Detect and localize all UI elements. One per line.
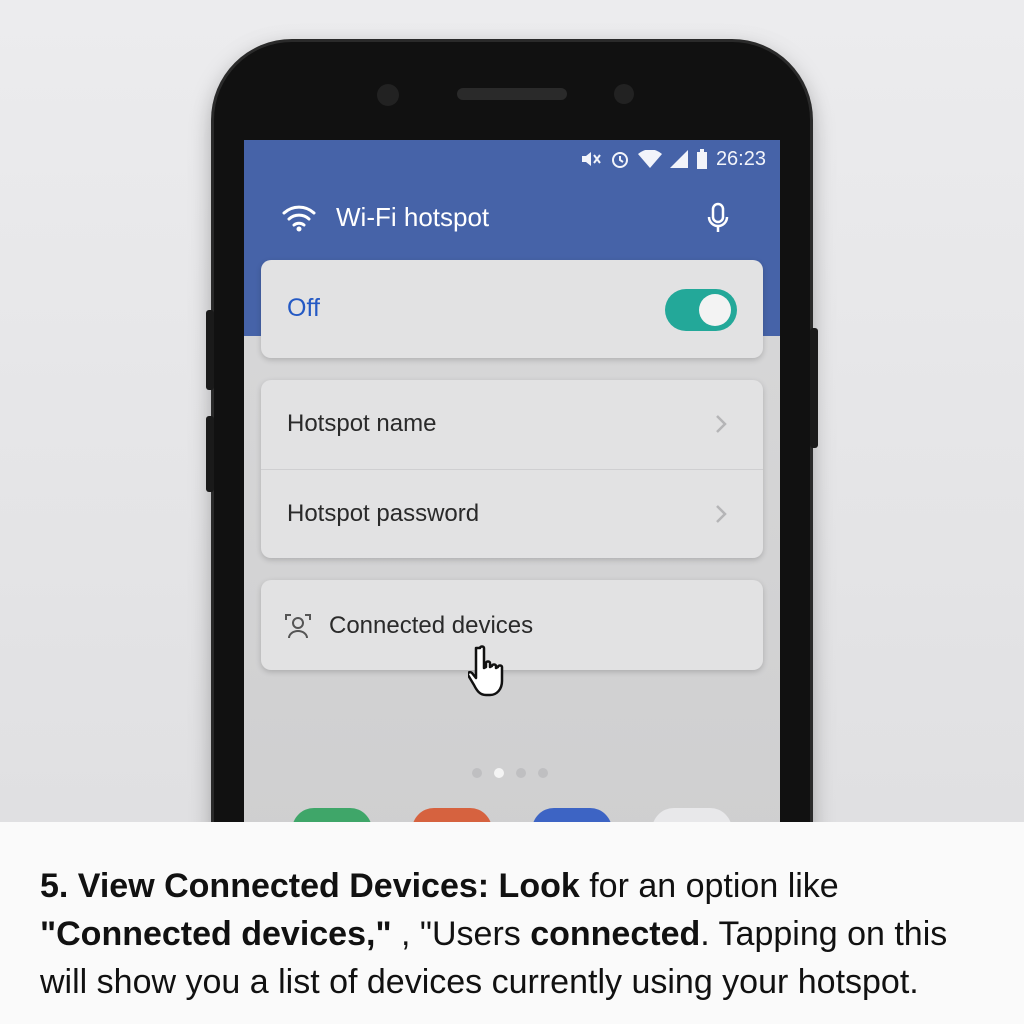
chevron-right-icon [716, 415, 727, 433]
hotspot-name-label: Hotspot name [287, 410, 437, 437]
caption-part3: , "Users [391, 915, 531, 953]
earpiece-speaker [457, 88, 567, 100]
status-time: 26:23 [715, 147, 766, 170]
wifi-signal-icon [637, 150, 662, 168]
hotspot-toggle-card[interactable]: Off [261, 260, 763, 358]
page-dot-active [494, 768, 504, 778]
instruction-text: 5. View Connected Devices: Look for an o… [40, 862, 1000, 1006]
caption-bold2: "Connected devices," [40, 915, 392, 953]
hotspot-toggle-switch[interactable] [665, 289, 737, 331]
connected-devices-label: Connected devices [329, 612, 534, 639]
page-dot [472, 768, 482, 778]
volume-up-button[interactable] [206, 310, 214, 390]
hotspot-settings-card: Hotspot name Hotspot password [261, 380, 763, 558]
toggle-knob [699, 294, 731, 326]
caption-bold3: connected [530, 915, 701, 953]
page-title: Wi-Fi hotspot [336, 202, 490, 232]
sensor [614, 84, 634, 104]
caption-part2: for an option like [579, 867, 839, 905]
chevron-right-icon [716, 505, 727, 523]
instruction-caption: 5. View Connected Devices: Look for an o… [0, 822, 1024, 1024]
status-bar: 26:23 [580, 146, 766, 172]
page-dot [516, 768, 526, 778]
page-dot [538, 768, 548, 778]
caption-step: 5. View Connected Devices: Look [40, 867, 580, 905]
phone-screen: 26:23 Wi-Fi hotspot Off Hotspot name Hot… [244, 140, 780, 840]
power-button[interactable] [810, 328, 818, 448]
hand-pointer-icon [468, 645, 504, 697]
connected-devices-icon [285, 614, 311, 639]
wifi-icon [282, 205, 316, 232]
hotspot-state-label: Off [287, 294, 320, 322]
battery-icon [696, 149, 707, 169]
connected-devices-item[interactable]: Connected devices [261, 580, 763, 670]
hotspot-password-label: Hotspot password [287, 500, 480, 527]
cell-signal-icon [669, 150, 688, 168]
mute-icon [581, 152, 601, 166]
microphone-icon[interactable] [706, 202, 730, 236]
page-indicator [472, 768, 548, 778]
front-camera [377, 84, 399, 106]
alarm-icon [611, 152, 628, 168]
hotspot-password-item[interactable]: Hotspot password [261, 470, 763, 559]
hotspot-name-item[interactable]: Hotspot name [261, 380, 763, 470]
volume-down-button[interactable] [206, 416, 214, 492]
